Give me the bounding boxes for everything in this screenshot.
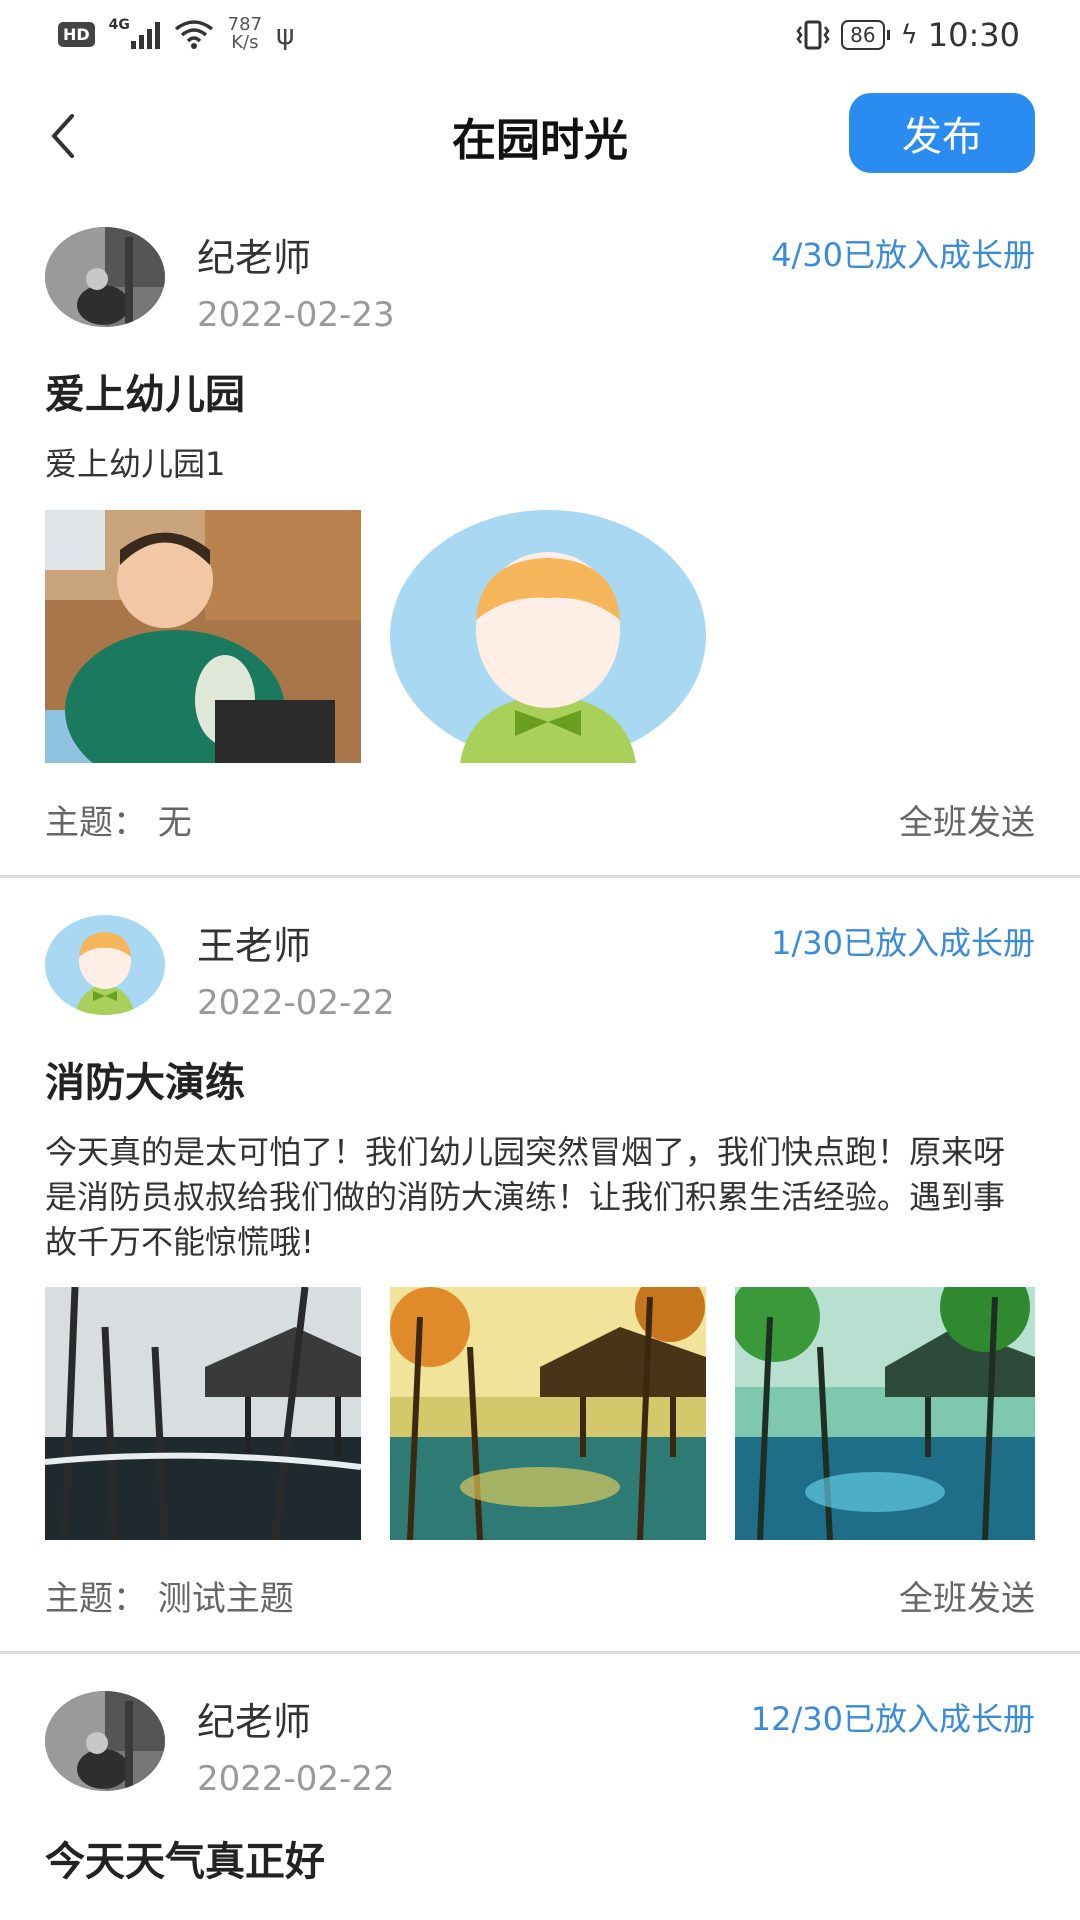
battery-icon: 86 <box>841 20 891 50</box>
hd-badge: HD <box>58 21 95 47</box>
post-body: 爱上幼儿园1 <box>45 445 226 483</box>
growth-book-status[interactable]: 4/30已放入成长册 <box>771 230 1035 276</box>
send-scope: 全班发送 <box>899 803 1035 843</box>
post-photo[interactable] <box>390 1287 706 1540</box>
avatar[interactable] <box>45 227 165 327</box>
post-title: 爱上幼儿园 <box>45 372 245 418</box>
status-right: 86 ϟ 10:30 <box>795 16 1020 54</box>
usb-icon: ψ <box>276 17 295 51</box>
post-body: 今天真的是太可怕了！我们幼儿园突然冒烟了，我们快点跑！原来呀是消防员叔叔给我们做… <box>45 1133 1006 1261</box>
post-date: 2022-02-22 <box>197 1759 395 1799</box>
growth-book-status[interactable]: 1/30已放入成长册 <box>771 918 1035 964</box>
signal-icon: 4G <box>108 17 160 49</box>
charging-icon: ϟ <box>900 20 918 50</box>
author-name: 纪老师 <box>197 236 312 280</box>
avatar[interactable] <box>45 915 165 1015</box>
status-left: HD 4G 787 K/s ψ <box>58 16 295 52</box>
post-photo[interactable] <box>735 1287 1035 1540</box>
post-photo[interactable] <box>45 1287 361 1540</box>
post-title: 今天天气真正好 <box>45 1839 325 1885</box>
post-photo[interactable] <box>45 510 361 763</box>
growth-book-status[interactable]: 12/30已放入成长册 <box>751 1694 1035 1740</box>
author-name: 王老师 <box>197 924 312 968</box>
battery-level: 86 <box>850 23 876 47</box>
post-date: 2022-02-22 <box>197 983 395 1023</box>
post-topic: 主题： 测试主题 <box>45 1579 294 1619</box>
nav-bar: 在园时光 发布 <box>0 80 1080 190</box>
clock: 10:30 <box>927 16 1020 54</box>
network-type: 4G <box>108 17 130 33</box>
network-speed: 787 K/s <box>228 16 262 52</box>
post-date: 2022-02-23 <box>197 295 395 335</box>
post-card[interactable]: 王老师 2022-02-22 1/30已放入成长册 消防大演练 今天真的是太可怕… <box>0 878 1080 1651</box>
send-scope: 全班发送 <box>899 1579 1035 1619</box>
speed-unit: K/s <box>231 32 259 53</box>
status-bar: HD 4G 787 K/s ψ 86 ϟ 10:30 <box>0 0 1080 80</box>
publish-button[interactable]: 发布 <box>849 93 1035 173</box>
post-card[interactable]: 纪老师 2022-02-23 4/30已放入成长册 爱上幼儿园 爱上幼儿园1 主… <box>0 190 1080 875</box>
post-photo[interactable] <box>390 510 706 763</box>
post-card[interactable]: 纪老师 2022-02-22 12/30已放入成长册 今天天气真正好 <box>0 1654 1080 1920</box>
post-topic: 主题： 无 <box>45 803 192 843</box>
post-title: 消防大演练 <box>45 1060 245 1106</box>
author-name: 纪老师 <box>197 1700 312 1744</box>
vibrate-icon <box>796 20 830 50</box>
avatar[interactable] <box>45 1691 165 1791</box>
wifi-icon <box>174 20 213 49</box>
